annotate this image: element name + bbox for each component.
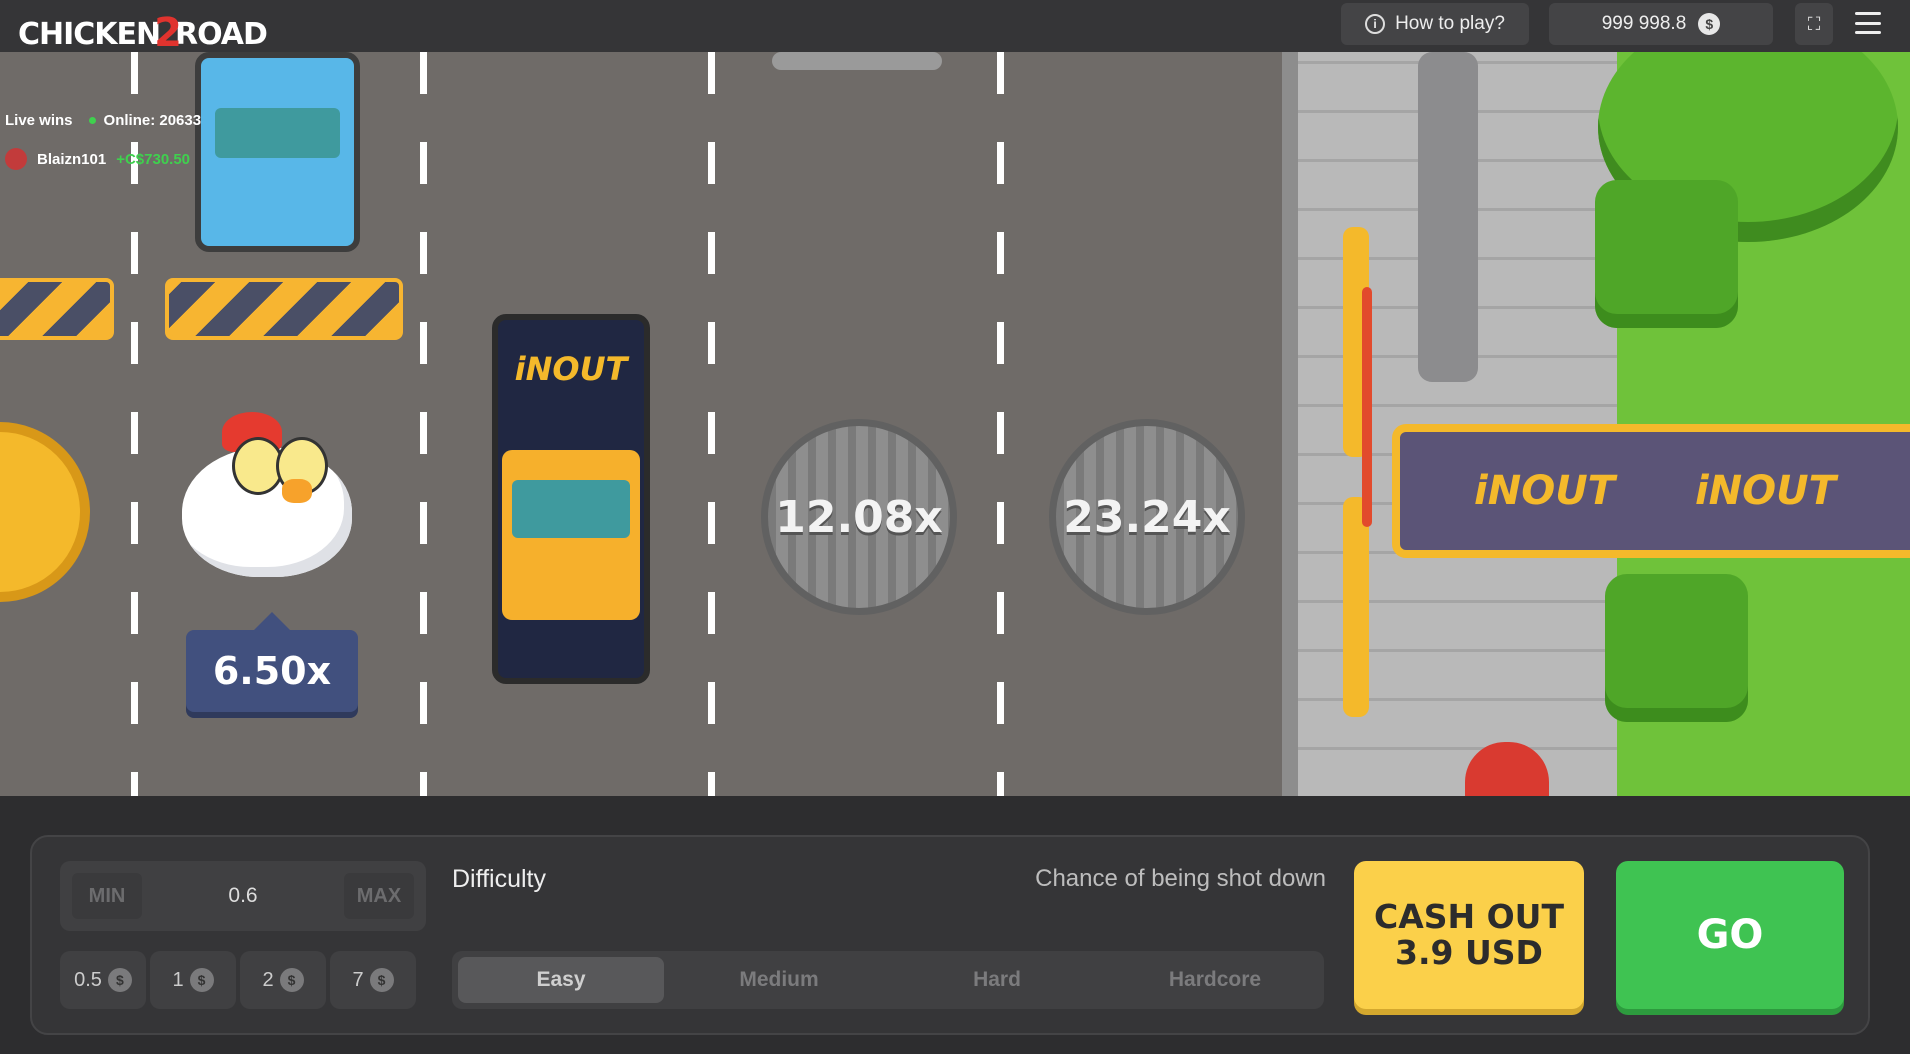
curb — [1282, 52, 1298, 796]
rope-barrier-post — [1343, 497, 1369, 717]
difficulty-medium-tab[interactable]: Medium — [676, 957, 882, 1003]
fullscreen-icon: ⛶ — [1807, 13, 1821, 34]
hedge-bush — [1595, 180, 1738, 328]
how-to-play-label: How to play? — [1395, 13, 1505, 34]
multiplier-manhole[interactable]: 23.24x — [1049, 419, 1245, 615]
current-multiplier-tag: 6.50x — [186, 612, 358, 712]
rope — [1362, 287, 1372, 527]
hamburger-menu-icon[interactable] — [1855, 12, 1881, 34]
dollar-coin-icon: $ — [1698, 13, 1721, 35]
cash-out-button[interactable]: CASH OUT 3.9 USD — [1354, 861, 1584, 1009]
banner-logo: iNOUT — [1694, 468, 1836, 514]
balance-value: 999 998.8 — [1601, 13, 1687, 34]
online-count: Online: 20633 — [103, 112, 202, 129]
fullscreen-button[interactable]: ⛶ — [1795, 3, 1833, 45]
winner-amount: +C$730.50 — [116, 150, 191, 168]
min-button[interactable]: MIN — [72, 873, 142, 919]
blue-truck — [195, 52, 360, 252]
lane-divider — [420, 52, 427, 796]
lane-divider — [708, 52, 715, 796]
balance-display: 999 998.8 $ — [1549, 3, 1773, 45]
how-to-play-button[interactable]: i How to play? — [1341, 3, 1529, 45]
dollar-coin-icon: $ — [107, 968, 132, 992]
live-wins-label: Live wins — [5, 112, 73, 129]
max-button[interactable]: MAX — [344, 873, 414, 919]
bet-panel: MIN 0.6 MAX 0.5 $ 1 $ 2 $ 7 $ Difficulty Cha… — [30, 835, 1870, 1035]
hedge-bush — [1605, 574, 1748, 722]
chicken-player — [182, 407, 357, 587]
difficulty-hard-tab[interactable]: Hard — [894, 957, 1100, 1003]
live-win-row: Blaizn101 +C$730.50 — [5, 148, 190, 170]
street-lamp — [1418, 52, 1478, 382]
dollar-coin-icon: $ — [189, 968, 214, 992]
difficulty-easy-tab[interactable]: Easy — [458, 957, 664, 1003]
winner-name: Blaizn101 — [37, 150, 107, 168]
cash-out-amount: 3.9 USD — [1395, 933, 1543, 972]
road-barrier — [0, 278, 114, 340]
inout-truck: iNOUT — [492, 314, 650, 684]
cash-out-label: CASH OUT — [1374, 897, 1564, 936]
logo: CHICKEN2ROAD — [18, 10, 268, 56]
dollar-coin-icon: $ — [369, 968, 394, 992]
bet-chip-button[interactable]: 2 $ — [240, 951, 326, 1009]
gold-coin — [0, 422, 90, 602]
top-bar: CHICKEN2ROAD i How to play? 999 998.8 $ … — [0, 0, 1910, 56]
online-dot-icon — [88, 117, 96, 124]
vehicle-top — [772, 52, 942, 70]
bet-chip-button[interactable]: 7 $ — [330, 951, 416, 1009]
bet-chip-button[interactable]: 0.5 $ — [60, 951, 146, 1009]
banner-logo: iNOUT — [1474, 468, 1615, 514]
go-button[interactable]: GO — [1616, 861, 1844, 1009]
chance-label: Chance of being shot down — [1035, 865, 1326, 892]
dollar-coin-icon: $ — [279, 968, 304, 992]
avatar — [5, 148, 27, 170]
road-barrier — [165, 278, 403, 340]
brand-banner: iNOUT iNOUT — [1392, 424, 1910, 558]
bet-amount-box: MIN 0.6 MAX — [60, 861, 426, 931]
bet-chip-button[interactable]: 1 $ — [150, 951, 236, 1009]
difficulty-hardcore-tab[interactable]: Hardcore — [1112, 957, 1318, 1003]
multiplier-manhole[interactable]: 12.08x — [761, 419, 957, 615]
game-road-area: iNOUT iNOUT iNOUT 6.50x 12.08x 23.24x Li… — [0, 52, 1910, 796]
difficulty-selector: Easy Medium Hard Hardcore — [452, 951, 1324, 1009]
bet-amount-input[interactable]: 0.6 — [180, 861, 306, 931]
info-icon: i — [1365, 14, 1386, 34]
live-wins-header: Live wins Online: 20633 — [5, 112, 201, 129]
difficulty-label: Difficulty — [452, 865, 547, 893]
truck-logo: iNOUT — [514, 350, 628, 388]
lane-divider — [997, 52, 1004, 796]
